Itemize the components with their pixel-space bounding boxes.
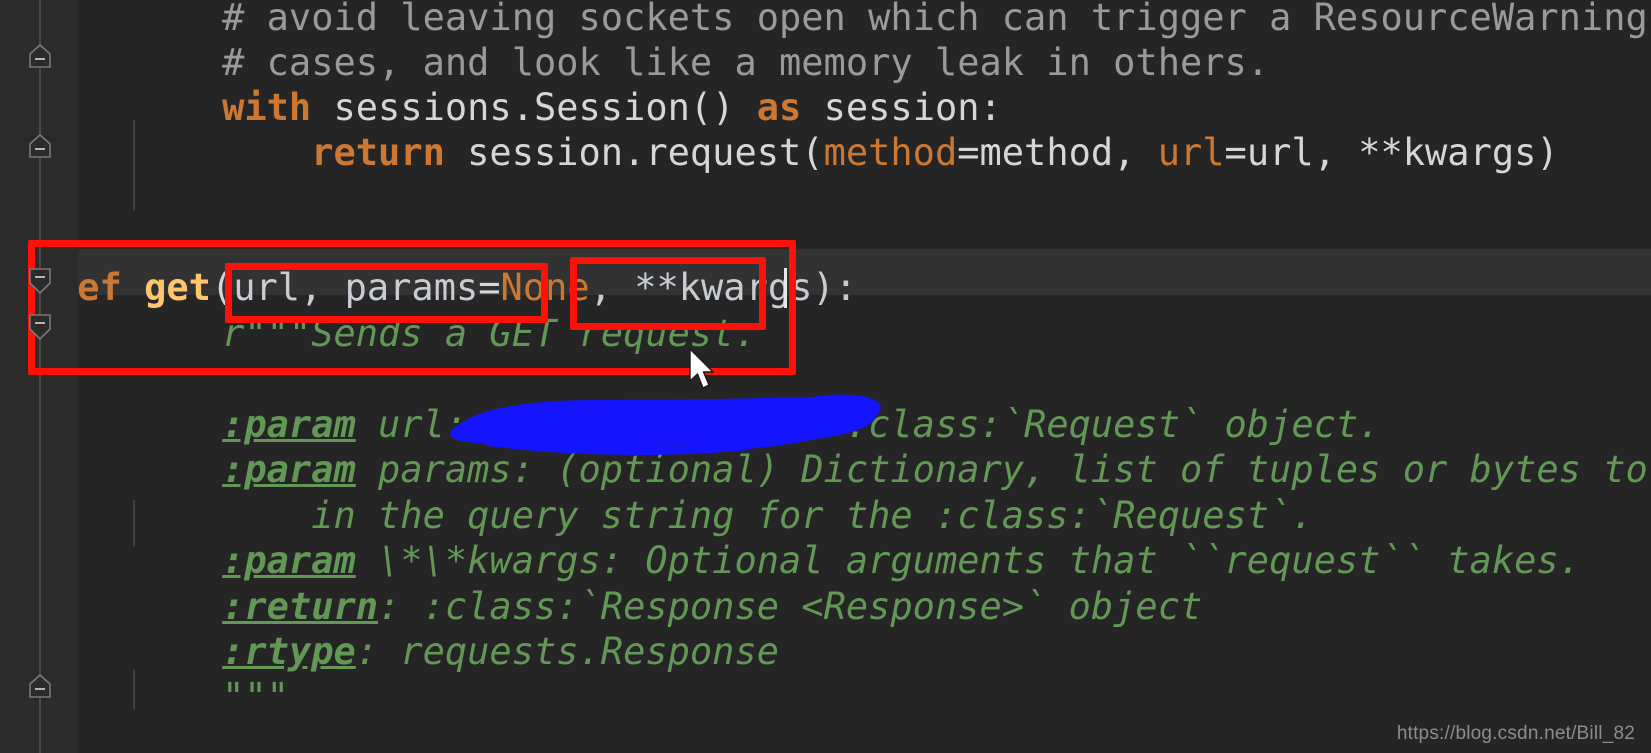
code-line: :rtype: requests.Response [0,629,779,674]
code-line-text: :rtype: requests.Response [133,629,779,674]
code-token-plain: =method, [957,131,1158,174]
code-line-text: # avoid leaving sockets open which can t… [133,0,1651,40]
code-token-ident: , **kwargs): [589,266,857,309]
code-line: def get(url, params=None, **kwargs): [0,265,857,310]
code-line: :param \*\*kwargs: Optional arguments th… [0,538,1581,583]
code-token-keyword: as [756,86,802,129]
code-line-text: def get(url, params=None, **kwargs): [55,265,857,310]
code-token-param: method [823,131,958,174]
fold-marker-collapse-3[interactable] [26,266,54,296]
code-token-keyword: with [222,86,312,129]
code-line: :return: :class:`Response <Response>` ob… [0,584,1202,629]
code-line: :param params: (optional) Dictionary, li… [0,447,1651,492]
code-token-doctag: :rtype [222,630,356,673]
code-token-doc: : requests.Response [355,630,780,673]
code-line-text: :return: :class:`Response <Response>` ob… [133,584,1202,629]
code-token-doc [133,539,222,582]
fold-marker-collapse-1[interactable] [26,42,54,72]
editor-gutter[interactable] [0,0,78,753]
code-line-text: :param url: URL for the new :class:`Requ… [133,402,1380,447]
code-token-constant: None [500,266,590,309]
code-line-text: return session.request(method=method, ur… [133,130,1559,175]
code-token-doc [133,630,222,673]
code-editor[interactable]: # avoid leaving sockets open which can t… [0,0,1651,753]
code-line: with sessions.Session() as session: [0,85,1002,130]
code-line-text: :param params: (optional) Dictionary, li… [133,447,1651,492]
code-token-keyword: return [311,131,445,174]
gutter-rail [39,0,41,753]
fold-marker-collapse-5[interactable] [26,672,54,702]
code-token-plain: sessions.Session() [311,86,757,129]
code-line: return session.request(method=method, ur… [0,130,1559,175]
code-token-plain: session: [801,86,1002,129]
code-line: in the query string for the :class:`Requ… [0,493,1314,538]
code-token-doc: r"""Sends a GET request. [133,312,757,355]
code-line-text: with sessions.Session() as session: [133,85,1002,130]
code-token-plain: =url, **kwargs) [1224,131,1559,174]
mouse-pointer [689,348,714,389]
fold-marker-collapse-4[interactable] [26,312,54,342]
code-token-comment: # cases, and look like a memory leak in … [133,41,1270,84]
watermark: https://blog.csdn.net/Bill_82 [1396,723,1635,744]
code-token-doc: : :class:`Response <Response>` object [378,585,1203,628]
text-caret [784,268,787,308]
code-token-doc [133,448,222,491]
code-line-text: r"""Sends a GET request. [133,311,757,356]
code-token-doc: \*\*kwargs: Optional arguments that ``re… [355,539,1581,582]
code-token-doc: params: (optional) Dictionary, list of t… [355,448,1651,491]
fold-marker-collapse-2[interactable] [26,132,54,162]
code-token-ident: url, params [233,266,479,309]
code-content[interactable]: # avoid leaving sockets open which can t… [0,0,1651,753]
code-line-text: in the query string for the :class:`Requ… [133,493,1314,538]
code-token-doctag: :return [222,585,379,628]
code-token-plain: session.request( [444,131,824,174]
code-line: # avoid leaving sockets open which can t… [0,0,1651,40]
code-token-plain: ( [210,266,234,309]
code-token-doc [133,403,222,446]
code-token-param: url [1157,131,1225,174]
code-line: r"""Sends a GET request. [0,311,757,356]
code-token-comment: # avoid leaving sockets open which can t… [133,0,1651,39]
code-line-text: # cases, and look like a memory leak in … [133,40,1269,85]
code-token-doc: """ [133,675,289,718]
code-line: :param url: URL for the new :class:`Requ… [0,402,1380,447]
code-line-text: :param \*\*kwargs: Optional arguments th… [133,538,1581,583]
code-token-doc: in the query string for the :class:`Requ… [133,494,1314,537]
code-token-function: get [144,266,211,309]
code-token-doctag: :param [222,448,356,491]
code-token-doc [133,585,222,628]
code-token-plain: = [478,266,501,309]
code-token-doc: url: URL for the new :class:`Request` ob… [355,403,1381,446]
code-line-text: """ [133,674,289,719]
code-line: # cases, and look like a memory leak in … [0,40,1269,85]
code-token-doctag: :param [222,403,356,446]
code-token-doctag: :param [222,539,356,582]
